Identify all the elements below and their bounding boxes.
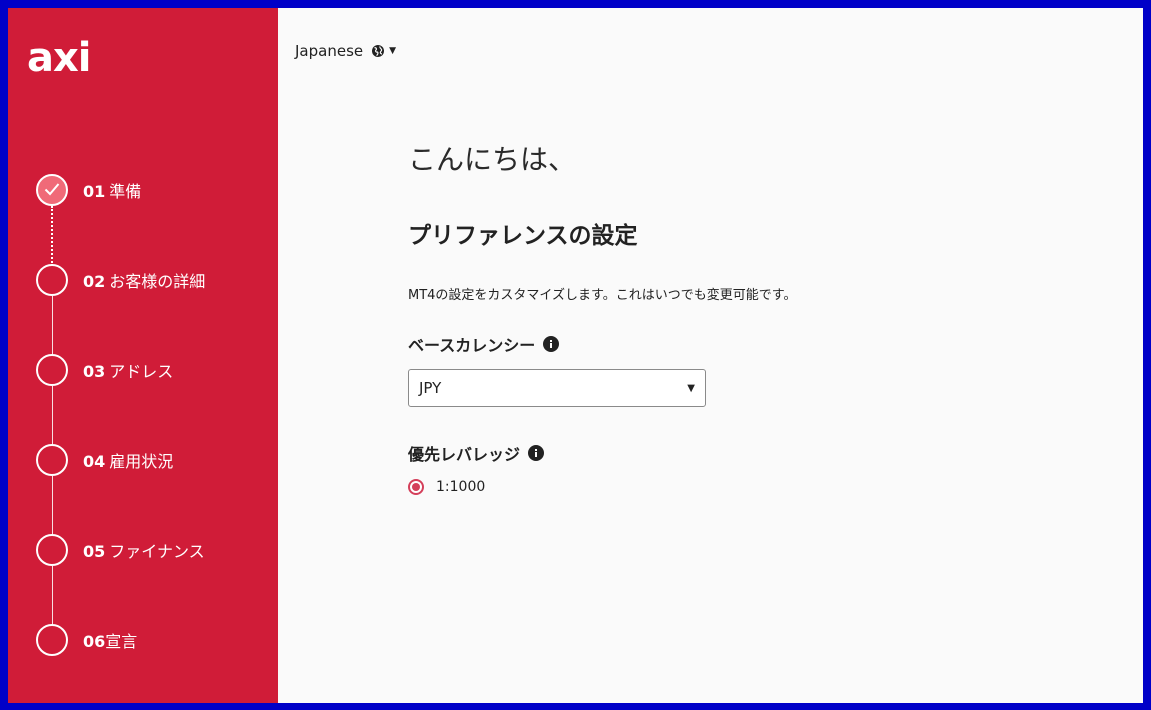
- chevron-down-icon: ▼: [389, 46, 397, 56]
- language-selector[interactable]: Japanese ▼: [295, 42, 396, 60]
- info-icon[interactable]: [543, 336, 560, 352]
- greeting-title: こんにちは、: [408, 143, 577, 176]
- step-label: 02 お客様の詳細: [83, 272, 206, 291]
- info-icon[interactable]: [528, 445, 545, 461]
- sidebar: axi 01 準備 02 お客様の詳細 03 アドレス 04 雇用状況 05 フ…: [8, 8, 278, 703]
- radio-selected-dot: [412, 483, 420, 491]
- leverage-option-label: 1:1000: [436, 479, 486, 495]
- globe-icon: [371, 44, 385, 58]
- completed-step-circle: [36, 174, 68, 206]
- step-declaration[interactable]: 06宣言: [36, 624, 137, 656]
- step-connector: [52, 476, 53, 536]
- step-connector: [52, 566, 53, 626]
- step-circle: [36, 534, 68, 566]
- step-address[interactable]: 03 アドレス: [36, 354, 173, 386]
- step-label: 04 雇用状況: [83, 452, 174, 471]
- checkmark-icon: [44, 181, 60, 200]
- step-circle: [36, 264, 68, 296]
- step-label: 03 アドレス: [83, 362, 174, 381]
- radio-button[interactable]: [408, 479, 424, 495]
- step-employment[interactable]: 04 雇用状況: [36, 444, 173, 476]
- main-content: こんにちは、 プリファレンスの設定 MT4の設定をカスタマイズします。これはいつ…: [408, 138, 1008, 495]
- step-circle: [36, 444, 68, 476]
- axi-logo: axi: [27, 35, 92, 81]
- step-label: 05 ファイナンス: [83, 542, 205, 561]
- chevron-down-icon: ▼: [687, 382, 695, 394]
- step-customer-details[interactable]: 02 お客様の詳細: [36, 264, 205, 296]
- base-currency-label: ベースカレンシー: [408, 332, 560, 356]
- step-circle: [36, 624, 68, 656]
- step-connector: [51, 206, 53, 266]
- step-connector: [52, 296, 53, 356]
- step-connector: [52, 386, 53, 446]
- base-currency-select[interactable]: JPY ▼: [408, 369, 706, 407]
- base-currency-value: JPY: [419, 379, 442, 397]
- step-label: 06宣言: [83, 632, 138, 651]
- language-label: Japanese: [295, 42, 364, 60]
- app-window: axi 01 準備 02 お客様の詳細 03 アドレス 04 雇用状況 05 フ…: [8, 8, 1143, 703]
- step-circle: [36, 354, 68, 386]
- step-finance[interactable]: 05 ファイナンス: [36, 534, 205, 566]
- page-heading: プリファレンスの設定: [408, 223, 638, 249]
- page-description: MT4の設定をカスタマイズします。これはいつでも変更可能です。: [408, 288, 797, 303]
- step-label: 01 準備: [83, 182, 142, 201]
- leverage-label: 優先レバレッジ: [408, 441, 545, 465]
- leverage-option[interactable]: 1:1000: [408, 479, 485, 495]
- step-preparation[interactable]: 01 準備: [36, 174, 141, 206]
